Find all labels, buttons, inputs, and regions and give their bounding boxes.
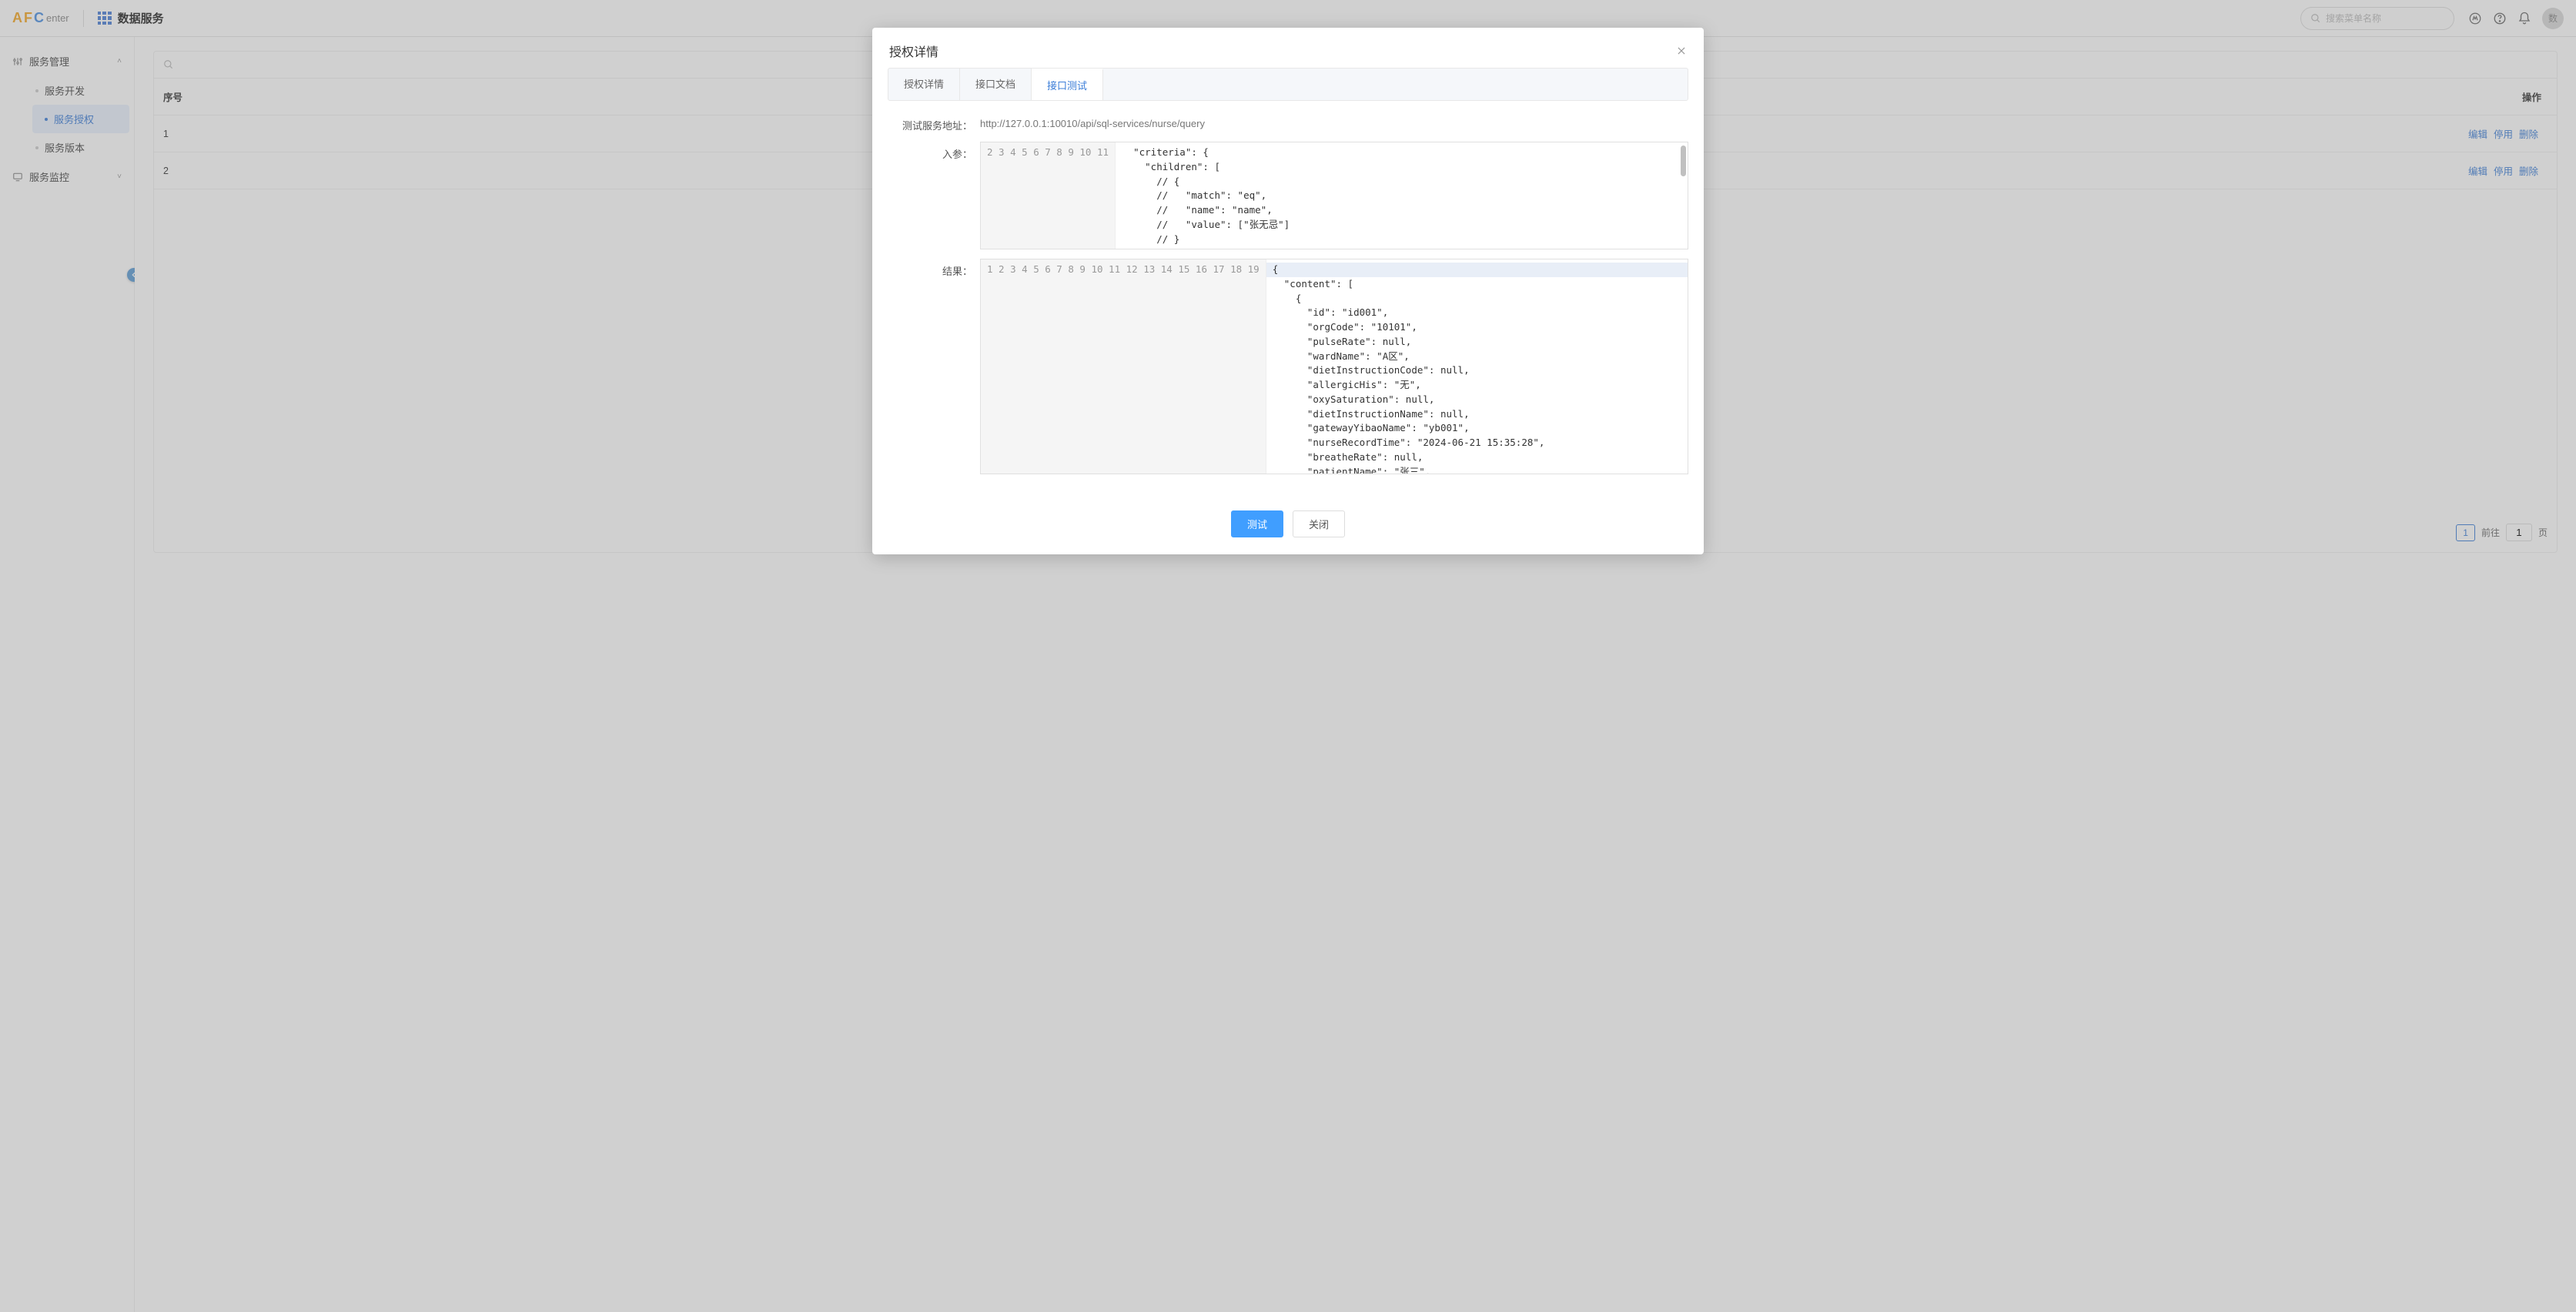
params-editor[interactable]: 2 3 4 5 6 7 8 9 10 11 "criteria": { "chi…: [980, 142, 1688, 249]
label-result: 结果：: [888, 259, 980, 278]
row-params: 入参： 2 3 4 5 6 7 8 9 10 11 "criteria": { …: [888, 142, 1688, 249]
label-url: 测试服务地址：: [888, 113, 980, 132]
modal-header: 授权详情: [872, 28, 1704, 68]
tab-api-doc[interactable]: 接口文档: [960, 69, 1032, 100]
test-button[interactable]: 测试: [1231, 510, 1283, 537]
row-url: 测试服务地址： http://127.0.0.1:10010/api/sql-s…: [888, 113, 1688, 132]
modal-body: 授权详情 接口文档 接口测试 测试服务地址： http://127.0.0.1:…: [872, 68, 1704, 497]
params-code[interactable]: "criteria": { "children": [ // { // "mat…: [1116, 142, 1688, 249]
result-editor[interactable]: 1 2 3 4 5 6 7 8 9 10 11 12 13 14 15 16 1…: [980, 259, 1688, 474]
close-button[interactable]: 关闭: [1293, 510, 1345, 537]
tab-bar: 授权详情 接口文档 接口测试: [888, 68, 1688, 101]
tab-auth-detail[interactable]: 授权详情: [888, 69, 960, 100]
close-icon[interactable]: [1676, 45, 1687, 56]
label-params: 入参：: [888, 142, 980, 161]
modal-auth-detail: 授权详情 授权详情 接口文档 接口测试 测试服务地址： http://127.0…: [872, 28, 1704, 554]
modal-footer: 测试 关闭: [872, 497, 1704, 554]
scrollbar-thumb[interactable]: [1681, 146, 1686, 176]
tab-api-test[interactable]: 接口测试: [1032, 69, 1103, 100]
row-result: 结果： 1 2 3 4 5 6 7 8 9 10 11 12 13 14 15 …: [888, 259, 1688, 474]
modal-overlay: 授权详情 授权详情 接口文档 接口测试 测试服务地址： http://127.0…: [0, 0, 2576, 1312]
result-gutter: 1 2 3 4 5 6 7 8 9 10 11 12 13 14 15 16 1…: [981, 259, 1266, 474]
params-gutter: 2 3 4 5 6 7 8 9 10 11: [981, 142, 1116, 249]
result-code[interactable]: { "content": [ { "id": "id001", "orgCode…: [1266, 259, 1688, 474]
modal-title: 授权详情: [889, 42, 938, 60]
value-url: http://127.0.0.1:10010/api/sql-services/…: [980, 113, 1688, 129]
